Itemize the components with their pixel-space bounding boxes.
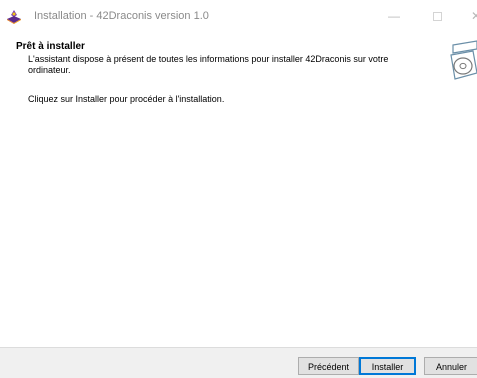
button-bar: Précédent Installer Annuler: [0, 347, 477, 378]
installer-window: Installation - 42Draconis version 1.0 — …: [0, 0, 477, 378]
installer-app-icon: [7, 10, 21, 24]
page-description: L'assistant dispose à présent de toutes …: [28, 54, 389, 75]
maximize-icon: [432, 12, 442, 21]
minimize-button[interactable]: —: [384, 8, 404, 24]
install-button[interactable]: Installer: [359, 357, 416, 375]
maximize-button[interactable]: [427, 8, 447, 24]
content-area: Cliquez sur Installer pour procéder à l'…: [0, 88, 477, 351]
disc-box-icon: [450, 40, 477, 80]
wizard-header: Prêt à installer L'assistant dispose à p…: [0, 30, 477, 88]
page-title: Prêt à installer: [16, 41, 85, 52]
cancel-button[interactable]: Annuler: [424, 357, 477, 375]
close-button[interactable]: ✕: [466, 8, 477, 24]
back-button[interactable]: Précédent: [298, 357, 359, 375]
title-bar[interactable]: Installation - 42Draconis version 1.0 — …: [0, 0, 477, 30]
instruction-text: Cliquez sur Installer pour procéder à l'…: [28, 94, 225, 104]
window-title: Installation - 42Draconis version 1.0: [34, 10, 209, 22]
